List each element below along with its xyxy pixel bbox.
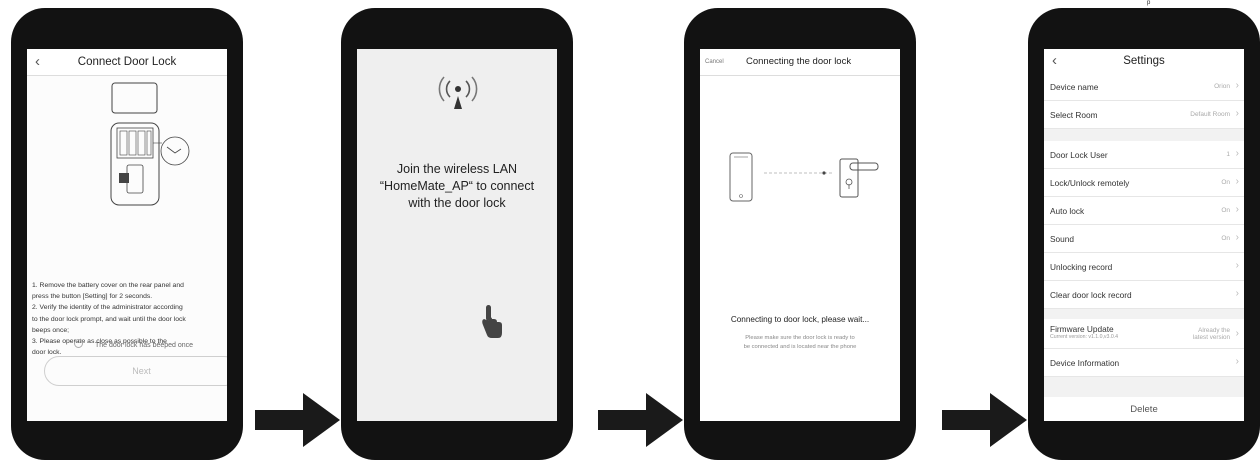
page-title: Settings [1123,55,1165,67]
nav-bar: ‹ Connect Door Lock [27,49,227,76]
wireless-signal-icon [438,76,478,109]
settings-row-unlocking-record[interactable]: Unlocking record › [1044,253,1244,281]
phone-4: ‹ Settings Device name Orion › Select Ro… [1028,8,1260,460]
beeped-checkbox[interactable]: The door lock has beeped once [74,339,193,349]
settings-row-clear-record[interactable]: Clear door lock record › [1044,281,1244,309]
phone-to-lock-illustration [729,152,879,202]
page-title: Connecting the door lock [746,56,852,67]
chevron-right-icon: › [1235,176,1239,187]
phone-1: ‹ Connect Door Lock 1. Remove the batter… [11,8,243,460]
arrow-right-icon [598,393,683,447]
connecting-status: Connecting to door lock, please wait... [730,315,870,324]
tap-hand-icon [482,305,502,338]
settings-row-device-information[interactable]: Device Information › [1044,349,1244,377]
delete-button[interactable]: Delete [1044,397,1244,421]
arrow-right-icon [255,393,340,447]
settings-row-auto-lock[interactable]: Auto lock On › [1044,197,1244,225]
checkbox-label: The door lock has beeped once [95,342,194,349]
next-button[interactable]: Next [44,356,227,386]
settings-row-lock-unlock-remotely[interactable]: Lock/Unlock remotely On › [1044,169,1244,197]
chevron-right-icon: › [1235,288,1239,299]
settings-row-device-name[interactable]: Device name Orion › [1044,73,1244,101]
chevron-right-icon: › [1235,80,1239,91]
wlan-message: Join the wireless LAN “HomeMate_AP“ to c… [379,162,535,210]
settings-row-select-room[interactable]: Select Room Default Room › [1044,101,1244,129]
chevron-right-icon: › [1235,204,1239,215]
top-right-text: p [1147,0,1151,6]
screen-connect-door-lock: ‹ Connect Door Lock 1. Remove the batter… [27,49,227,421]
radio-icon[interactable] [74,339,83,348]
chevron-right-icon: › [1235,108,1239,119]
chevron-right-icon: › [1235,356,1239,367]
settings-row-sound[interactable]: Sound On › [1044,225,1244,253]
settings-row-firmware-update[interactable]: Firmware Update Current version: v1.1.0,… [1044,319,1244,349]
screen-connecting: Cancel Connecting the door lock Connecti… [700,49,900,421]
cancel-button[interactable]: Cancel [705,59,724,65]
chevron-right-icon: › [1235,232,1239,243]
phone-2: Join the wireless LAN “HomeMate_AP“ to c… [341,8,573,460]
door-lock-illustration [110,82,190,206]
chevron-right-icon: › [1235,328,1239,339]
screen-settings: ‹ Settings Device name Orion › Select Ro… [1044,49,1244,421]
chevron-right-icon: › [1235,148,1239,159]
settings-row-door-lock-user[interactable]: Door Lock User 1 › [1044,141,1244,169]
connecting-hint: Please make sure the door lock is ready … [743,335,857,350]
page-title: Connect Door Lock [77,56,177,68]
screen-join-wlan: Join the wireless LAN “HomeMate_AP“ to c… [357,49,557,421]
chevron-right-icon: › [1235,260,1239,271]
nav-bar: Cancel Connecting the door lock [700,49,900,76]
arrow-right-icon [942,393,1027,447]
phone-3: Cancel Connecting the door lock Connecti… [684,8,916,460]
nav-bar: ‹ Settings [1044,49,1244,73]
